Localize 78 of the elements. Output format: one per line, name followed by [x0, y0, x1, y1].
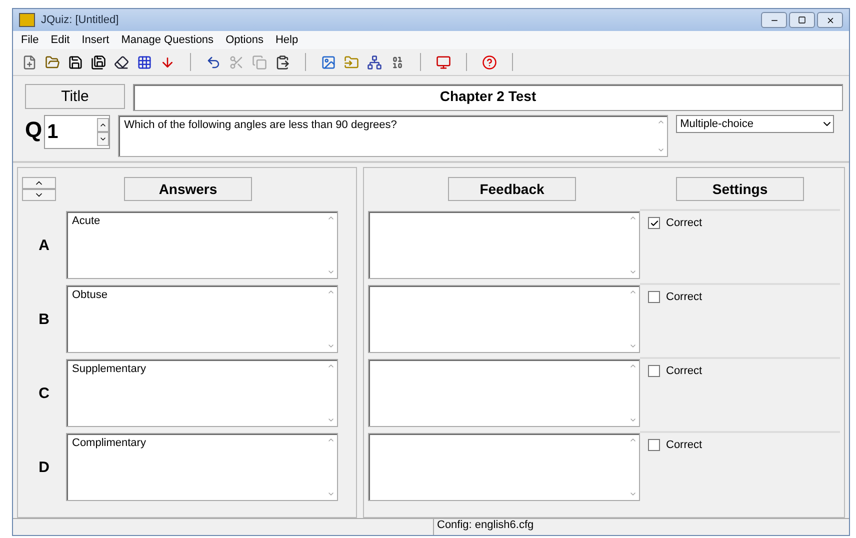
scissors-icon[interactable] — [228, 54, 245, 70]
scroll-down-icon[interactable] — [327, 490, 335, 498]
scroll-up-icon[interactable] — [657, 118, 666, 126]
correct-checkbox[interactable] — [648, 439, 660, 451]
checkbox-label: Correct — [666, 365, 702, 377]
scroll-up-icon[interactable] — [629, 436, 637, 444]
scroll-up-icon[interactable] — [629, 214, 637, 222]
scroll-down-icon[interactable] — [629, 490, 637, 498]
help-icon[interactable] — [481, 54, 498, 70]
menu-item[interactable]: File — [21, 34, 39, 46]
scroll-down-icon[interactable] — [629, 268, 637, 276]
answers-button[interactable]: Answers — [124, 177, 252, 201]
correct-checkbox[interactable] — [648, 291, 660, 303]
scroll-down-icon[interactable] — [629, 342, 637, 350]
menu-item[interactable]: Options — [226, 34, 264, 46]
title-field[interactable]: Chapter 2 Test — [133, 84, 843, 111]
scroll-up-icon[interactable] — [327, 436, 335, 444]
scroll-up-icon[interactable] — [327, 288, 335, 296]
scroll-down-icon[interactable] — [327, 342, 335, 350]
answer-field[interactable]: Supplementary — [66, 359, 338, 427]
scroll-down-icon[interactable] — [327, 416, 335, 424]
maximize-icon — [798, 16, 806, 24]
save-all-icon[interactable] — [90, 54, 107, 70]
scroll-up-icon[interactable] — [327, 214, 335, 222]
close-button[interactable] — [817, 12, 843, 28]
scroll-down-icon[interactable] — [327, 268, 335, 276]
scroll-up-icon[interactable] — [327, 362, 335, 370]
correct-checkbox[interactable] — [648, 217, 660, 229]
network-icon[interactable] — [366, 54, 383, 70]
copy-icon[interactable] — [251, 54, 268, 70]
answer-field[interactable]: Obtuse — [66, 285, 338, 353]
move-up-icon[interactable] — [22, 177, 56, 189]
feedback-field[interactable] — [368, 433, 640, 501]
spin-up-icon[interactable] — [97, 118, 110, 132]
menu-item[interactable]: Edit — [50, 34, 70, 46]
answer-letter: B — [38, 310, 50, 328]
question-number-spinner[interactable]: 1 — [44, 115, 110, 149]
save-icon[interactable] — [67, 54, 84, 70]
scroll-up-icon[interactable] — [629, 288, 637, 296]
feedback-field[interactable] — [368, 285, 640, 353]
checkbox-label: Correct — [666, 217, 702, 229]
app-logo-icon — [19, 13, 35, 27]
scroll-down-icon[interactable] — [657, 146, 666, 154]
question-field[interactable]: Which of the following angles are less than 90 degrees? — [118, 115, 668, 157]
scroll-up-icon[interactable] — [629, 362, 637, 370]
close-icon — [826, 16, 834, 24]
correct-checkbox[interactable] — [648, 365, 660, 377]
checkbox-label: Correct — [666, 439, 702, 451]
window-title: JQuiz: [Untitled] — [41, 14, 119, 26]
maximize-button[interactable] — [789, 12, 815, 28]
menu-item[interactable]: Help — [275, 34, 298, 46]
title-button[interactable]: Title — [25, 84, 125, 109]
settings-button[interactable]: Settings — [676, 177, 804, 201]
monitor-icon[interactable] — [435, 54, 452, 70]
paste-icon[interactable] — [274, 54, 291, 70]
picture-icon[interactable] — [320, 54, 337, 70]
answer-letter: C — [38, 384, 50, 402]
grid-icon[interactable] — [136, 54, 153, 70]
spin-down-icon[interactable] — [97, 132, 110, 146]
question-type-dropdown[interactable]: Multiple-choice — [676, 115, 834, 133]
folder-icon[interactable] — [44, 54, 61, 70]
feedback-field[interactable] — [368, 211, 640, 279]
feedback-button[interactable]: Feedback — [448, 177, 576, 201]
question-label: Q — [25, 116, 42, 144]
answer-field[interactable]: Acute — [66, 211, 338, 279]
answer-field[interactable]: Complimentary — [66, 433, 338, 501]
answer-letter: A — [38, 236, 50, 254]
new-file-icon[interactable] — [21, 54, 38, 70]
folder-import-icon[interactable] — [343, 54, 360, 70]
menu-item[interactable]: Manage Questions — [121, 34, 214, 46]
menu-item[interactable]: Insert — [82, 34, 110, 46]
checkbox-label: Correct — [666, 291, 702, 303]
status-text: Config: english6.cfg — [433, 519, 534, 535]
eraser-icon[interactable] — [113, 54, 130, 70]
answer-letter: D — [38, 458, 50, 476]
feedback-field[interactable] — [368, 359, 640, 427]
scroll-down-icon[interactable] — [629, 416, 637, 424]
move-down-icon[interactable] — [22, 189, 56, 201]
